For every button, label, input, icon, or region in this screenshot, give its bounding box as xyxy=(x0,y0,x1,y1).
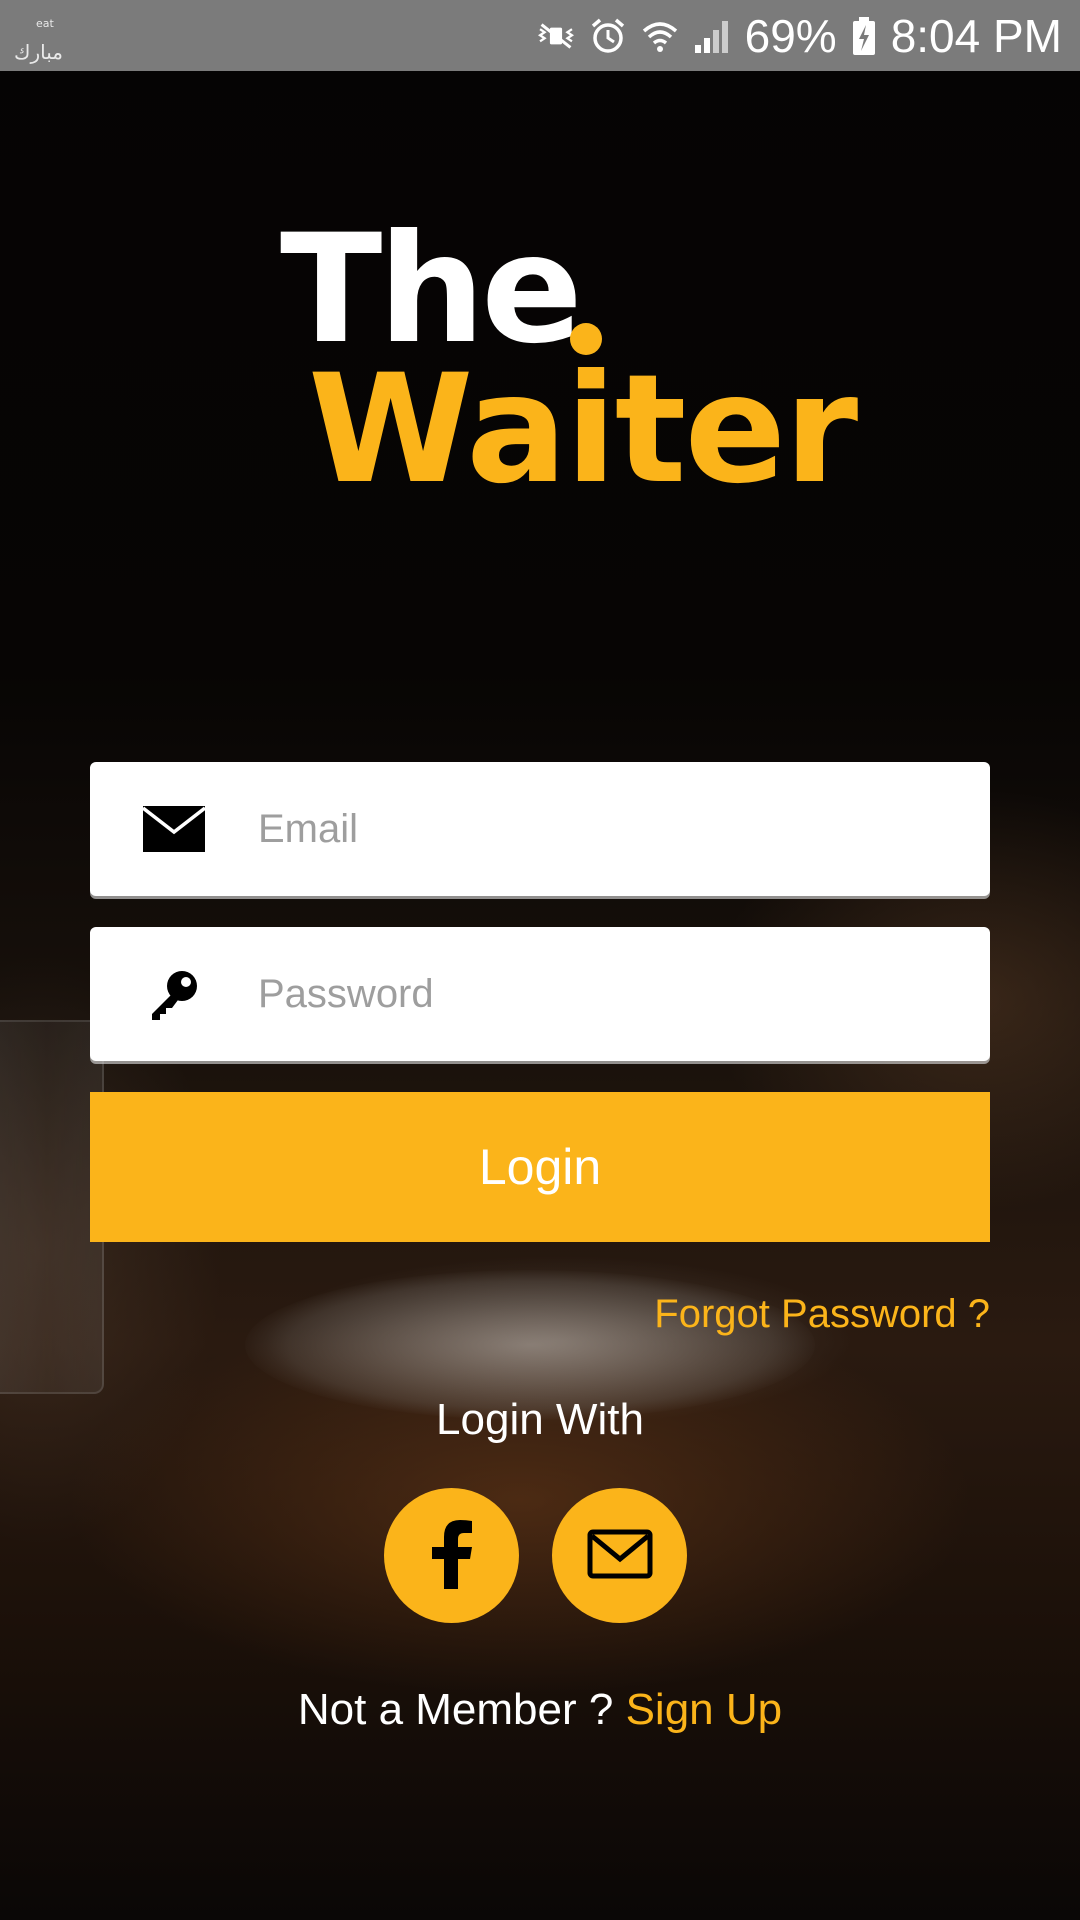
battery-charging-icon xyxy=(851,17,877,55)
password-input[interactable] xyxy=(256,953,900,1035)
login-button[interactable]: Login xyxy=(90,1092,990,1242)
forgot-password-link[interactable]: Forgot Password ? xyxy=(654,1294,990,1334)
alarm-icon xyxy=(589,17,627,55)
signal-icon xyxy=(693,17,731,55)
envelope-icon xyxy=(134,806,214,852)
wifi-icon xyxy=(641,17,679,55)
logo-line-waiter: Waiter xyxy=(308,343,858,517)
carrier-label: eat مبارك xyxy=(14,18,63,64)
mail-icon xyxy=(587,1529,653,1583)
carrier-sub: eat xyxy=(36,17,54,30)
status-time: 8:04 PM xyxy=(890,10,1062,62)
email-login-button[interactable] xyxy=(552,1488,687,1623)
vibrate-mute-icon xyxy=(537,17,575,55)
signup-row: Not a Member ? Sign Up xyxy=(0,1688,1080,1732)
password-field[interactable] xyxy=(90,927,990,1061)
status-bar: eat مبارك 69% 8:04 PM xyxy=(0,0,1080,71)
login-with-heading: Login With xyxy=(436,1395,644,1444)
status-icons: 69% 8:04 PM xyxy=(537,8,1062,64)
background-glass xyxy=(0,1020,104,1394)
carrier-text: مبارك xyxy=(14,40,63,64)
facebook-login-button[interactable] xyxy=(384,1488,519,1623)
battery-percent: 69% xyxy=(744,10,837,62)
email-field[interactable] xyxy=(90,762,990,896)
app-logo: The Waiter xyxy=(0,215,1080,505)
signup-link[interactable]: Sign Up xyxy=(626,1685,783,1734)
email-input[interactable] xyxy=(256,788,900,870)
not-member-text: Not a Member ? xyxy=(297,1685,614,1734)
facebook-icon xyxy=(430,1519,474,1593)
key-icon xyxy=(134,966,214,1022)
